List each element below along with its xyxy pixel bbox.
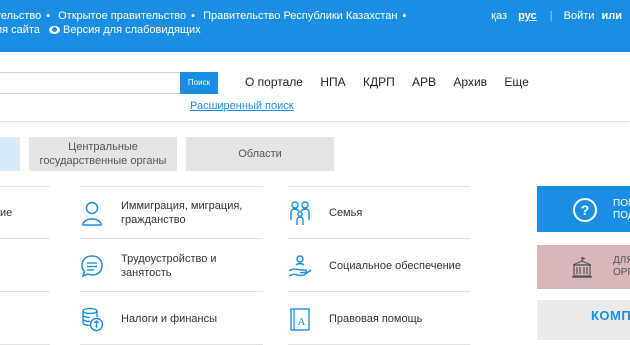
search-input[interactable] <box>0 72 182 94</box>
comp-card[interactable]: КОМП <box>537 300 630 340</box>
coins-icon <box>82 307 104 331</box>
service-label: Налоги и финансы <box>121 312 217 326</box>
question-icon: ? <box>573 198 597 222</box>
eye-icon <box>49 26 61 34</box>
top-links-row2: ия сайта Версия для слабовидящих <box>0 24 201 36</box>
service-label-line1: Налоги и финансы <box>121 312 218 325</box>
service-label-line1: Социальное обеспечение <box>329 259 461 272</box>
help-card[interactable]: ? ПОМПОД <box>537 186 630 232</box>
lang-kz[interactable]: қаз <box>491 10 507 22</box>
help-line2: ПОД <box>613 210 630 221</box>
building-icon <box>572 257 592 278</box>
service-item-social[interactable]: Социальное обеспечение <box>288 240 470 292</box>
service-label-line1: Семья <box>329 206 363 219</box>
service-item-cropped[interactable]: ие <box>0 187 50 239</box>
nav-arv[interactable]: АРВ <box>412 75 436 89</box>
service-label: Трудоустройство и занятость <box>121 252 217 280</box>
service-label: Семья <box>329 206 362 220</box>
nav-more[interactable]: Еще <box>504 75 528 89</box>
service-item-taxes[interactable]: Налоги и финансы <box>80 293 263 345</box>
tab-central-government[interactable]: Центральные государственные органы <box>29 137 177 171</box>
tab-regions[interactable]: Области <box>186 137 334 171</box>
help-line1: ПОМ <box>613 198 630 209</box>
help-card-label: ПОМПОД <box>613 198 630 222</box>
lang-ru[interactable]: рус <box>518 10 537 22</box>
header: Поиск Расширенный поиск О портале НПА КД… <box>0 52 630 122</box>
hand-care-icon <box>288 254 312 277</box>
service-label-line1: Правовая помощь <box>329 312 423 325</box>
tab-central-line1: Центральные <box>68 141 138 153</box>
legal-book-icon: A <box>290 307 310 331</box>
org-line2: ОРГ <box>613 267 630 278</box>
low-vision-link[interactable]: Версия для слабовидящих <box>63 24 201 36</box>
nav-about[interactable]: О портале <box>245 75 303 89</box>
service-item-cropped-2[interactable] <box>0 240 50 292</box>
service-label-line1: Иммиграция, миграция, <box>121 199 243 212</box>
service-label: Социальное обеспечение <box>329 259 461 273</box>
service-item-family[interactable]: Семья <box>288 187 470 239</box>
service-item-immigration[interactable]: Иммиграция, миграция, гражданство <box>80 187 263 239</box>
organizations-card-label: ДЛЯОРГ <box>613 255 630 279</box>
service-label: Правовая помощь <box>329 312 422 326</box>
search-button[interactable]: Поиск <box>180 72 218 94</box>
family-icon <box>290 200 310 225</box>
service-label-line1: Трудоустройство и <box>121 252 217 265</box>
svg-text:A: A <box>298 316 306 328</box>
advanced-search-link[interactable]: Расширенный поиск <box>190 100 294 112</box>
top-link-government-rk[interactable]: Правительство Республики Казахстан <box>203 10 397 22</box>
org-line1: ДЛЯ <box>613 255 630 266</box>
top-link-open-government[interactable]: Открытое правительство <box>58 10 186 22</box>
service-label-line2: занятость <box>121 266 172 279</box>
organizations-card[interactable]: ДЛЯОРГ <box>537 245 630 289</box>
service-item-cropped-3[interactable] <box>0 293 50 345</box>
service-label: Иммиграция, миграция, гражданство <box>121 199 242 227</box>
person-icon <box>82 201 102 226</box>
service-label-line2: гражданство <box>121 213 186 226</box>
service-item-legal[interactable]: A Правовая помощь <box>288 293 470 345</box>
service-item-employment[interactable]: Трудоустройство и занятость <box>80 240 263 292</box>
top-links: тельство • Открытое правительство • Правит… <box>0 10 411 22</box>
top-link-site-version[interactable]: ия сайта <box>0 24 40 36</box>
service-label: ие <box>0 206 13 219</box>
nav-npa[interactable]: НПА <box>320 75 345 89</box>
nav-archive[interactable]: Архив <box>453 75 487 89</box>
main-nav: О портале НПА КДРП АРВ Архив Еще <box>245 75 543 89</box>
or-text: или <box>601 10 622 22</box>
tab-category-selected[interactable] <box>0 137 20 171</box>
login-link[interactable]: Войти <box>564 10 595 22</box>
comp-card-label: КОМП <box>591 308 630 323</box>
divider: | <box>549 10 553 22</box>
chat-list-icon <box>81 254 103 277</box>
nav-kdrp[interactable]: КДРП <box>363 75 395 89</box>
tab-regions-label: Области <box>238 148 282 160</box>
top-right: қаз рус | Войти или <box>483 10 622 22</box>
top-bar: тельство • Открытое правительство • Правит… <box>0 0 630 52</box>
tab-central-line2: государственные органы <box>39 155 167 167</box>
top-link-government[interactable]: тельство <box>0 10 41 22</box>
